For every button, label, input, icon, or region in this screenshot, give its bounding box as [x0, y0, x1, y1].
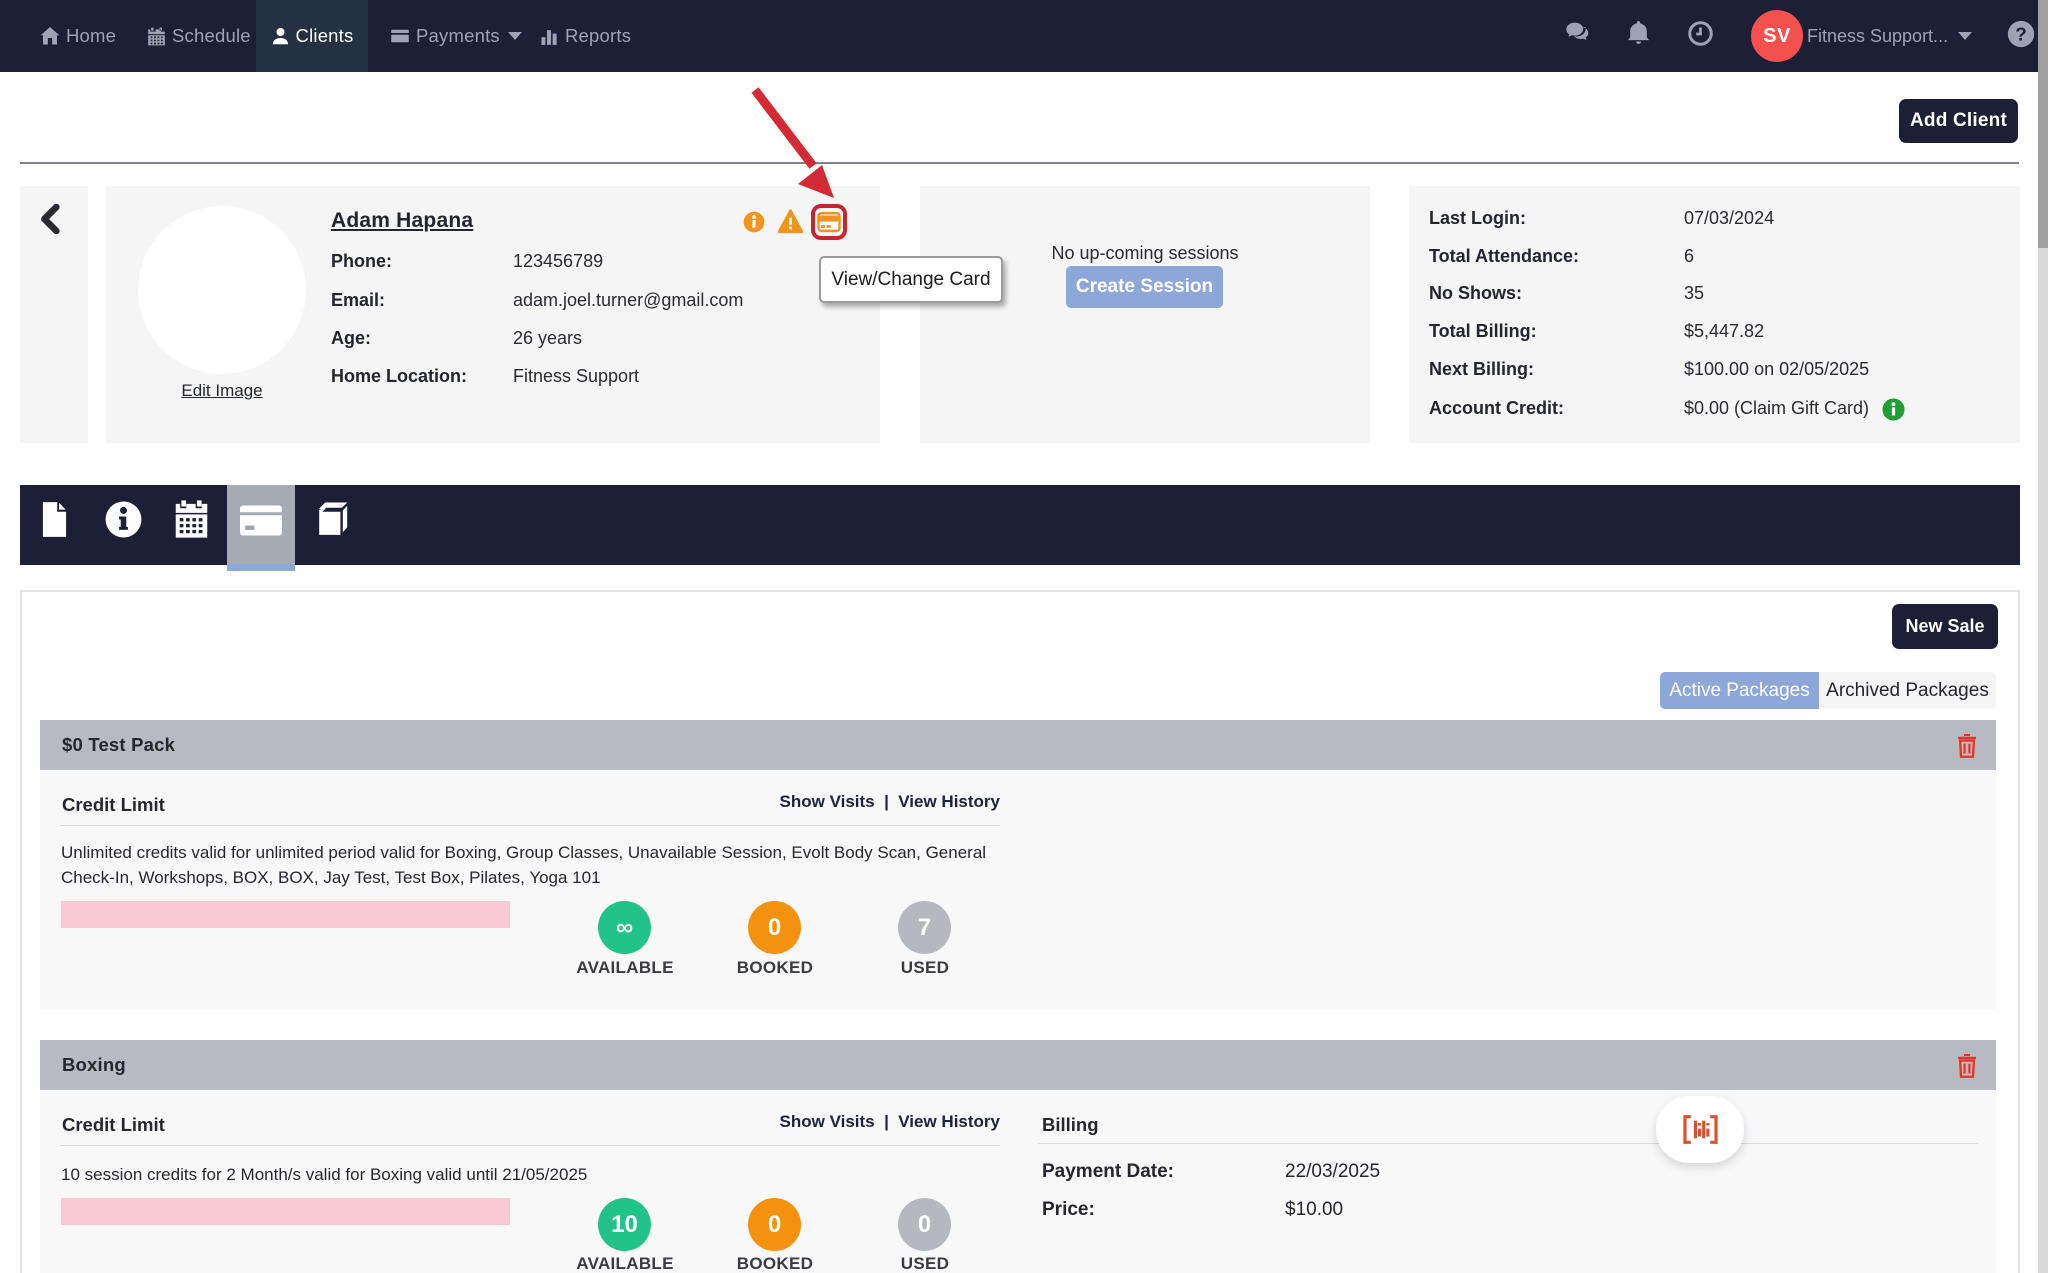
- svg-text:?: ?: [2015, 24, 2027, 45]
